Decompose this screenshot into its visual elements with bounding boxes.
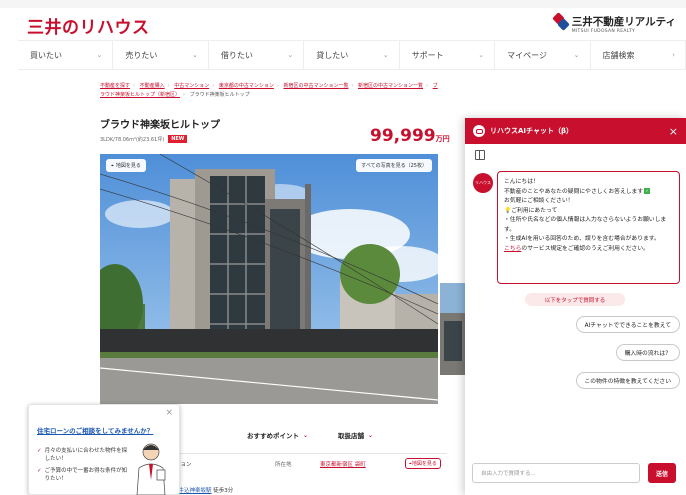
tab-recommend-points[interactable]: おすすめポイント ⌄: [247, 430, 309, 441]
chat-logo-icon: [473, 125, 485, 137]
nav-item-rent[interactable]: 借りたい ⌄: [209, 41, 305, 69]
send-button[interactable]: 送信: [648, 463, 676, 483]
chat-input[interactable]: 自由入力で質問する...: [472, 463, 640, 483]
view-map-label: 地図を見る: [115, 163, 141, 169]
table-cell: 所在地: [275, 461, 292, 468]
check-icon: ✓: [37, 468, 42, 474]
listing-meta: 3LDK/78.06m²(約23.61坪) NEW: [100, 135, 188, 143]
breadcrumb-link[interactable]: 東京都の中古マンション: [219, 83, 274, 89]
table-row: ション 所在地 東京都新宿区 袋町 ⌖地図を見る: [175, 458, 447, 469]
station-link[interactable]: 牛込神楽坂駅: [179, 488, 212, 494]
access-text: 線牛込神楽坂駅 徒歩3分: [173, 488, 234, 494]
listing-tabs: おすすめポイント ⌄ 取扱店舗 ⌄: [175, 430, 450, 441]
chevron-down-icon: ⌄: [382, 51, 389, 59]
nav-item-lease[interactable]: 貸したい ⌄: [304, 41, 400, 69]
listing-title: ブラウド神楽坂ヒルトップ: [100, 120, 220, 131]
next-photo-thumbnail[interactable]: [440, 283, 466, 375]
advisor-illustration: [136, 443, 166, 495]
breadcrumb-link[interactable]: 新宿区の中古マンション一覧: [358, 83, 423, 89]
tab-handling-store[interactable]: 取扱店舗 ⌄: [338, 430, 374, 441]
brand-mark-icon: [551, 12, 570, 31]
breadcrumb-current: ブラウド神楽坂ヒルトップ: [189, 92, 250, 98]
close-icon[interactable]: ×: [165, 408, 173, 418]
table-cell: ション: [175, 461, 192, 468]
suggestion-button[interactable]: この物件の特徴を教えてください: [575, 372, 680, 389]
check-icon: ✓: [37, 448, 42, 454]
breadcrumb-link[interactable]: 不動産を探す: [100, 83, 130, 89]
view-map-button[interactable]: ⌖ 地図を見る: [106, 159, 146, 172]
breadcrumb-link[interactable]: 新宿区の中古マンション一覧: [283, 83, 348, 89]
building-photo-illustration: [100, 154, 438, 404]
chat-header: リハウスAIチャット（β） ×: [465, 118, 686, 144]
terms-link[interactable]: こちら: [504, 246, 521, 252]
nav-item-support[interactable]: サポート ⌄: [400, 41, 496, 69]
chevron-down-icon: ⌄: [368, 431, 374, 439]
sidebar-toggle-icon[interactable]: [475, 150, 485, 160]
price-unit: 万円: [435, 135, 450, 143]
brand-name: 三井不動産リアルティ: [571, 16, 676, 28]
chevron-down-icon: ⌄: [303, 431, 309, 439]
listing-spec: 3LDK/78.06m²(約23.61坪): [100, 136, 165, 143]
breadcrumb-link[interactable]: 中古マンション: [174, 83, 209, 89]
chat-hint: 以下をタップで質問する: [525, 293, 625, 306]
new-badge: NEW: [168, 135, 188, 143]
suggestion-button[interactable]: AIチャットでできることを教えて: [575, 316, 680, 333]
chevron-right-icon: ›: [672, 51, 675, 59]
view-all-photos-button[interactable]: すべての写真を見る（25枚）: [356, 159, 432, 172]
chevron-down-icon: ⌄: [573, 51, 580, 59]
brand-logo[interactable]: 三井不動産リアルティ MITSUI FUDOSAN REALTY: [551, 12, 676, 34]
map-pin-icon: ⌖: [111, 162, 114, 169]
chevron-down-icon: ⌄: [478, 51, 485, 59]
property-photo[interactable]: ⌖ 地図を見る すべての写真を見る（25枚）: [100, 154, 438, 404]
top-strip: [0, 0, 686, 8]
loan-list: ✓ 月々の支払いに合わせた物件を探したい！ ✓ ご予算の中で一番お得な条件が知りたい…: [37, 447, 132, 487]
listing-price: 99,999万円: [370, 126, 450, 146]
chevron-down-icon: ⌄: [191, 51, 198, 59]
ai-chat-panel: リハウスAIチャット（β） × リハウス こんにちは！ 不動産のことやあなたの疑…: [465, 118, 686, 495]
breadcrumb: 不動産を探す › 不動産購入 › 中古マンション › 東京都の中古マンション › 新宿区…: [100, 83, 438, 98]
nav-item-buy[interactable]: 買いたい ⌄: [18, 41, 114, 69]
address-link[interactable]: 東京都新宿区 袋町: [320, 460, 405, 468]
nav-item-sell[interactable]: 売りたい ⌄: [113, 41, 209, 69]
divider: [175, 453, 447, 454]
check-emoji-icon: ✓: [644, 188, 651, 194]
bot-message: こんにちは！ 不動産のことやあなたの疑問にやさしくお答えします ✓ お気軽にご相談…: [497, 171, 680, 284]
loan-popup-title[interactable]: 住宅ローンのご相談をしてみませんか？: [37, 425, 153, 435]
thumbnail-illustration: [440, 283, 466, 375]
price-value: 99,999: [370, 126, 436, 146]
map-button[interactable]: ⌖地図を見る: [405, 458, 441, 469]
chevron-down-icon: ⌄: [287, 51, 294, 59]
chevron-down-icon: ⌄: [96, 51, 103, 59]
loan-popup: × 住宅ローンのご相談をしてみませんか？ ✓ 月々の支払いに合わせた物件を探したい…: [28, 404, 180, 495]
nav-item-store[interactable]: 店舗検索 ›: [591, 41, 686, 69]
site-logo[interactable]: 三井のリハウス: [27, 13, 150, 38]
nav-item-mypage[interactable]: マイページ ⌄: [495, 41, 591, 69]
chat-title: リハウスAIチャット（β）: [490, 127, 573, 135]
bot-avatar: リハウス: [473, 173, 493, 193]
list-item: ✓ ご予算の中で一番お得な条件が知りたい！: [37, 468, 128, 482]
close-icon[interactable]: ×: [669, 125, 678, 138]
list-item: ✓ 月々の支払いに合わせた物件を探したい！: [37, 448, 128, 462]
suggestion-button[interactable]: 購入時の流れは？: [615, 344, 680, 361]
brand-sub: MITSUI FUDOSAN REALTY: [571, 29, 636, 34]
breadcrumb-link[interactable]: 不動産購入: [140, 83, 165, 89]
main-nav: 買いたい ⌄ 売りたい ⌄ 借りたい ⌄ 貸したい ⌄ サポート ⌄ マイページ ⌄ 店舗検…: [18, 40, 686, 70]
